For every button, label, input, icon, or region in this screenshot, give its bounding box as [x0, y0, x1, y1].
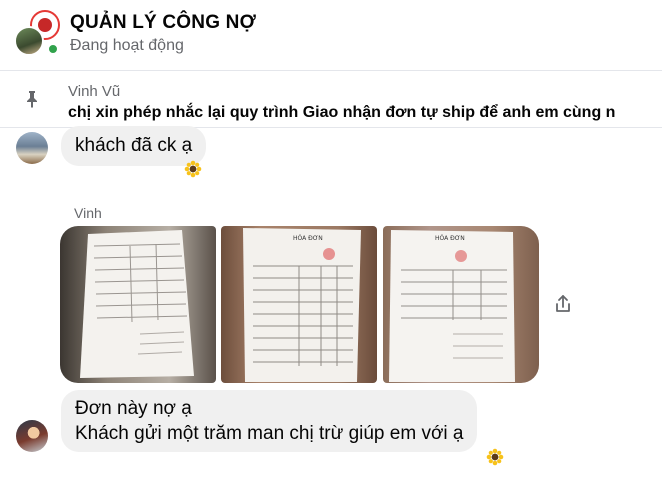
message-bubble[interactable]: Đơn này nợ ạ Khách gửi một trăm man chị …: [61, 390, 478, 452]
sender-name: Vinh: [74, 205, 102, 221]
group-avatar[interactable]: [14, 10, 60, 56]
group-avatar-member: [14, 26, 44, 56]
online-indicator: [47, 43, 59, 55]
chat-header: QUẢN LÝ CÔNG NỢ Đang hoạt động: [0, 0, 662, 68]
share-icon[interactable]: [552, 293, 574, 315]
sunflower-reaction-icon[interactable]: [184, 160, 202, 178]
avatar[interactable]: [16, 420, 48, 452]
chat-status: Đang hoạt động: [70, 37, 184, 54]
message-text-line: Đơn này nợ ạ: [75, 398, 192, 419]
invoice-photo[interactable]: HÓA ĐƠN: [383, 226, 539, 383]
sunflower-reaction-icon[interactable]: [486, 448, 504, 466]
pin-icon: [27, 91, 37, 108]
message-text: khách đã ck ạ: [75, 135, 193, 156]
chat-title[interactable]: QUẢN LÝ CÔNG NỢ: [70, 12, 256, 34]
pinned-text: chị xin phép nhắc lại quy trình Giao nhậ…: [68, 104, 616, 121]
svg-text:HÓA ĐƠN: HÓA ĐƠN: [435, 235, 465, 242]
invoice-photo[interactable]: HÓA ĐƠN: [221, 226, 377, 383]
pinned-message-bar[interactable]: Vinh Vũ chị xin phép nhắc lại quy trình …: [0, 70, 662, 128]
svg-text:HÓA ĐƠN: HÓA ĐƠN: [293, 235, 323, 242]
invoice-photo[interactable]: [60, 226, 216, 383]
pinned-sender: Vinh Vũ: [68, 83, 121, 100]
avatar[interactable]: [16, 132, 48, 164]
message-text-line: Khách gửi một trăm man chị trừ giúp em v…: [75, 423, 464, 444]
